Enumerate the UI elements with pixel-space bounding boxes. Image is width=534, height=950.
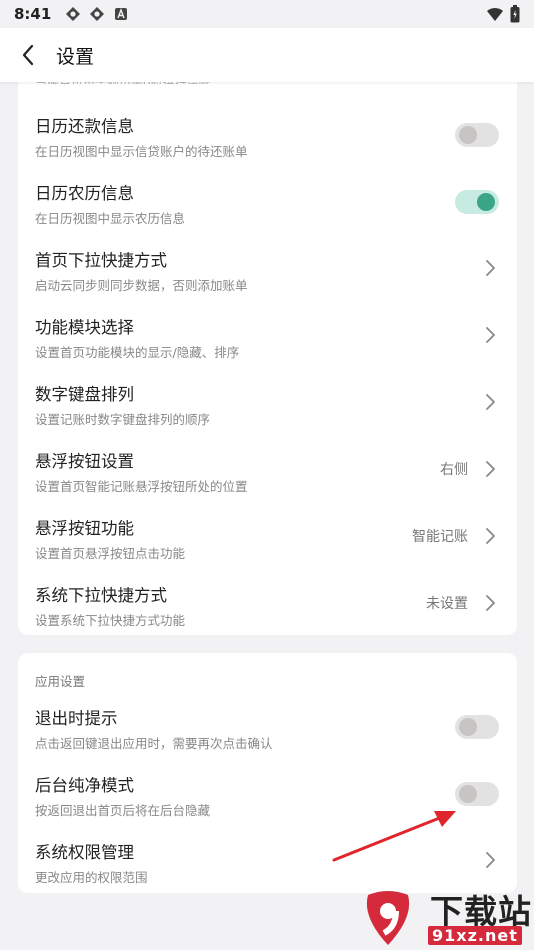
setting-row-system-pulldown[interactable]: 系统下拉快捷方式 设置系统下拉快捷方式功能 未设置	[18, 570, 517, 637]
setting-desc: 点击返回键退出应用时，需要再次点击确认	[35, 736, 273, 751]
app-notification-icon	[66, 7, 81, 21]
app-header: 设置	[0, 28, 534, 82]
watermark-url: 91xz.net	[428, 926, 522, 945]
setting-label: 日历还款信息	[35, 117, 134, 136]
chevron-right-icon	[486, 394, 495, 410]
setting-label: 系统下拉快捷方式	[35, 586, 167, 605]
calendar-repayment-toggle[interactable]	[455, 123, 499, 147]
setting-value: 右侧	[440, 462, 468, 478]
chevron-right-icon	[486, 461, 495, 477]
back-button[interactable]	[0, 28, 56, 82]
setting-desc: 设置记账时数字键盘排列的顺序	[35, 412, 211, 427]
text-notification-icon	[115, 8, 128, 20]
page-title: 设置	[56, 45, 95, 68]
setting-row-calendar-repayment[interactable]: 日历还款信息 在日历视图中显示信贷账户的待还账单	[18, 101, 517, 168]
settings-card-general: 当账户可用余额小于0时进行提醒 日历还款信息 在日历视图中显示信贷账户的待还账单…	[18, 70, 517, 635]
setting-row-calendar-lunar[interactable]: 日历农历信息 在日历视图中显示农历信息	[18, 168, 517, 235]
annotation-arrow-icon	[332, 811, 456, 862]
setting-desc: 设置首页功能模块的显示/隐藏、排序	[35, 345, 240, 360]
status-bar: 8:41	[0, 0, 534, 28]
setting-label: 悬浮按钮设置	[35, 452, 134, 471]
app-notification-icon-2	[90, 7, 105, 21]
setting-desc: 更改应用的权限范围	[35, 870, 148, 885]
section-title: 应用设置	[35, 674, 86, 689]
calendar-lunar-toggle[interactable]	[455, 190, 499, 214]
background-clean-mode-toggle[interactable]	[455, 782, 499, 806]
wifi-icon	[487, 7, 503, 21]
setting-label: 日历农历信息	[35, 184, 134, 203]
setting-desc: 设置系统下拉快捷方式功能	[35, 613, 186, 628]
toggle-knob	[459, 785, 477, 803]
setting-desc: 启动云同步则同步数据，否则添加账单	[35, 278, 248, 293]
chevron-right-icon	[486, 260, 495, 276]
toggle-knob	[477, 193, 495, 211]
setting-label: 悬浮按钮功能	[35, 519, 134, 538]
exit-prompt-toggle[interactable]	[455, 715, 499, 739]
setting-row-keypad-order[interactable]: 数字键盘排列 设置记账时数字键盘排列的顺序	[18, 369, 517, 436]
setting-row-module-select[interactable]: 功能模块选择 设置首页功能模块的显示/隐藏、排序	[18, 302, 517, 369]
chevron-right-icon	[486, 852, 495, 868]
setting-desc: 在日历视图中显示农历信息	[35, 211, 186, 226]
setting-row-float-button-position[interactable]: 悬浮按钮设置 设置首页智能记账悬浮按钮所处的位置 右侧	[18, 436, 517, 503]
watermark: 下载站 91xz.net	[360, 885, 534, 950]
setting-label: 后台纯净模式	[35, 776, 134, 795]
toggle-knob	[459, 718, 477, 736]
setting-desc: 设置首页悬浮按钮点击功能	[35, 546, 186, 561]
setting-label: 退出时提示	[35, 709, 118, 728]
setting-desc: 设置首页智能记账悬浮按钮所处的位置	[35, 479, 248, 494]
setting-row-exit-prompt[interactable]: 退出时提示 点击返回键退出应用时，需要再次点击确认	[18, 693, 517, 760]
setting-row-home-pulldown[interactable]: 首页下拉快捷方式 启动云同步则同步数据，否则添加账单	[18, 235, 517, 302]
chevron-left-icon	[22, 44, 34, 66]
setting-row-float-button-function[interactable]: 悬浮按钮功能 设置首页悬浮按钮点击功能 智能记账	[18, 503, 517, 570]
setting-desc: 在日历视图中显示信贷账户的待还账单	[35, 144, 248, 159]
chevron-right-icon	[486, 595, 495, 611]
setting-desc: 按返回退出首页后将在后台隐藏	[35, 803, 211, 818]
setting-value: 未设置	[426, 596, 468, 612]
setting-label: 系统权限管理	[35, 843, 134, 862]
chevron-right-icon	[486, 528, 495, 544]
status-time: 8:41	[14, 5, 52, 23]
watermark-logo-icon	[366, 891, 410, 945]
battery-icon	[510, 5, 520, 23]
setting-label: 数字键盘排列	[35, 385, 134, 404]
toggle-knob	[459, 126, 477, 144]
setting-label: 功能模块选择	[35, 318, 134, 337]
setting-value: 智能记账	[412, 529, 468, 545]
chevron-right-icon	[486, 327, 495, 343]
setting-label: 首页下拉快捷方式	[35, 251, 167, 270]
